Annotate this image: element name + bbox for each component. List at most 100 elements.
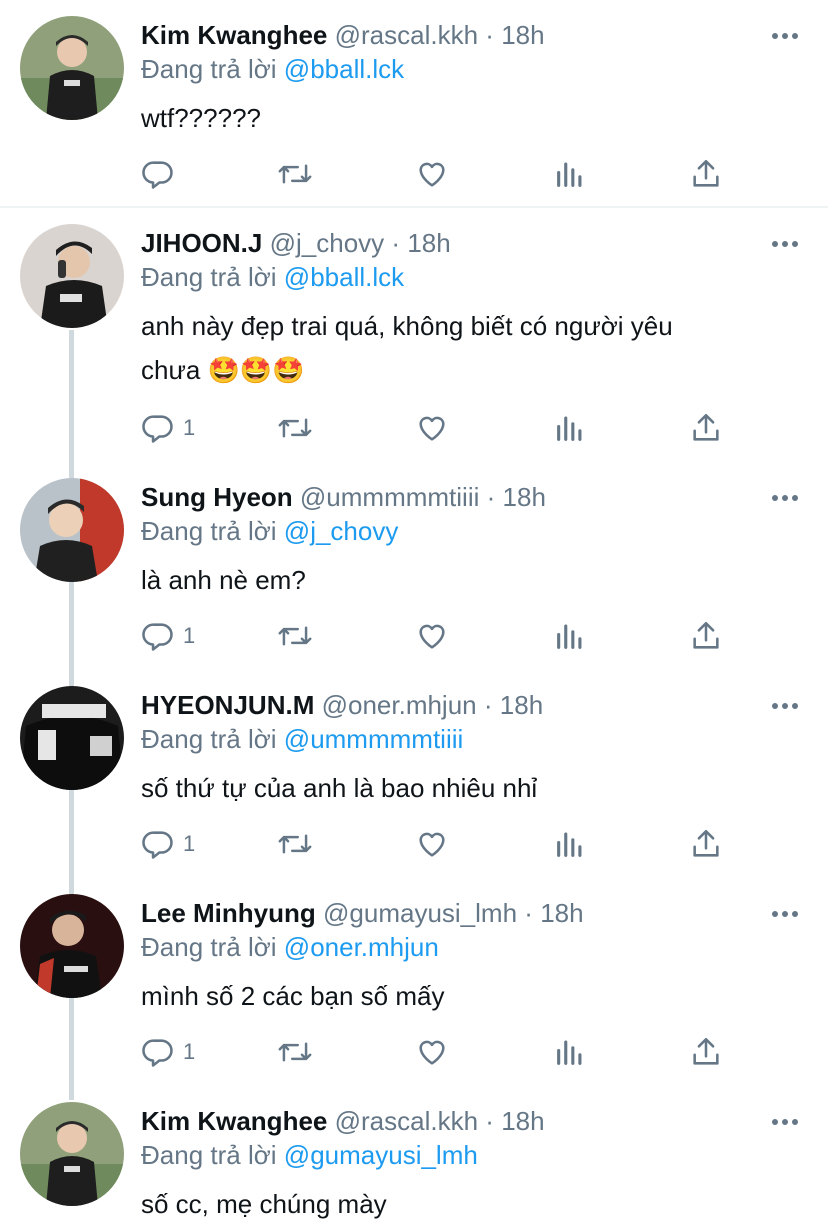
analytics-button[interactable] <box>553 1032 587 1072</box>
mention-link[interactable]: @ummmmmtiiii <box>284 724 463 754</box>
more-icon[interactable] <box>770 30 800 42</box>
timestamp[interactable]: 18h <box>503 482 546 512</box>
display-name[interactable]: Kim Kwanghee <box>141 20 327 50</box>
timestamp[interactable]: 18h <box>407 228 450 258</box>
tweet-header: JIHOON.J @j_chovy · 18h <box>141 226 451 260</box>
user-handle[interactable]: @rascal.kkh <box>335 20 478 50</box>
separator-dot: · <box>485 1106 494 1136</box>
reply-count: 1 <box>183 415 196 440</box>
share-button[interactable] <box>689 1032 723 1072</box>
retweet-button[interactable] <box>277 1032 313 1072</box>
timestamp[interactable]: 18h <box>500 690 543 720</box>
share-icon <box>693 1037 719 1065</box>
avatar[interactable] <box>20 224 124 328</box>
share-button[interactable] <box>689 616 723 656</box>
tweet-header: Sung Hyeon @ummmmmtiiii · 18h <box>141 480 546 514</box>
retweet-button[interactable] <box>277 616 313 656</box>
user-handle[interactable]: @ummmmmtiiii <box>300 482 479 512</box>
more-icon[interactable] <box>770 1116 800 1128</box>
more-icon[interactable] <box>770 492 800 504</box>
share-button[interactable] <box>689 408 723 448</box>
mention-link[interactable]: @bball.lck <box>284 54 404 84</box>
tweet-divider <box>0 206 828 208</box>
display-name[interactable]: JIHOON.J <box>141 228 262 258</box>
retweet-button[interactable] <box>277 824 313 864</box>
user-handle[interactable]: @rascal.kkh <box>335 1106 478 1136</box>
reply-button[interactable]: 1 <box>141 1032 195 1072</box>
reply-button[interactable] <box>141 154 183 194</box>
more-icon[interactable] <box>770 238 800 250</box>
timestamp[interactable]: 18h <box>540 898 583 928</box>
display-name[interactable]: HYEONJUN.M <box>141 690 314 720</box>
tweet-text-line: anh này đẹp trai quá, không biết có ngườ… <box>141 311 673 341</box>
like-button[interactable] <box>415 1032 449 1072</box>
share-icon <box>693 413 719 441</box>
analytics-button[interactable] <box>553 616 587 656</box>
tweet-actions: 1 <box>141 1032 741 1072</box>
share-button[interactable] <box>689 154 723 194</box>
tweet-text: số thứ tự của anh là bao nhiêu nhỉ <box>141 766 781 810</box>
retweet-button[interactable] <box>277 408 313 448</box>
tweet-text-line: số cc, mẹ chúng mày <box>141 1189 387 1219</box>
retweet-icon <box>278 164 312 184</box>
tweet-text-line: chưa 🤩🤩🤩 <box>141 355 305 385</box>
replying-to-label: Đang trả lời <box>141 932 277 962</box>
tweet-header: HYEONJUN.M @oner.mhjun · 18h <box>141 688 543 722</box>
mention-link[interactable]: @gumayusi_lmh <box>284 1140 478 1170</box>
display-name[interactable]: Lee Minhyung <box>141 898 316 928</box>
tweet-text-line: wtf?????? <box>141 103 261 133</box>
analytics-button[interactable] <box>553 824 587 864</box>
tweet-actions: 1 <box>141 824 741 864</box>
share-icon <box>693 621 719 649</box>
user-handle[interactable]: @j_chovy <box>270 228 385 258</box>
display-name[interactable]: Kim Kwanghee <box>141 1106 327 1136</box>
reply-icon <box>142 831 173 859</box>
heart-icon <box>419 624 445 649</box>
reply-button[interactable]: 1 <box>141 824 195 864</box>
tweet-text-line: là anh nè em? <box>141 565 306 595</box>
separator-dot: · <box>483 690 493 720</box>
avatar[interactable] <box>20 1102 124 1206</box>
analytics-icon <box>557 416 582 441</box>
retweet-button[interactable] <box>277 154 313 194</box>
reply-button[interactable]: 1 <box>141 408 195 448</box>
avatar[interactable] <box>20 894 124 998</box>
retweet-icon <box>278 418 312 438</box>
tweet-text-line: mình số 2 các bạn số mấy <box>141 981 445 1011</box>
separator-dot: · <box>485 20 494 50</box>
heart-icon <box>419 162 445 187</box>
replying-to: Đang trả lời @bball.lck <box>141 52 404 86</box>
avatar[interactable] <box>20 686 124 790</box>
share-button[interactable] <box>689 824 723 864</box>
mention-link[interactable]: @oner.mhjun <box>284 932 439 962</box>
retweet-icon <box>278 1042 312 1062</box>
like-button[interactable] <box>415 154 449 194</box>
retweet-icon <box>278 626 312 646</box>
user-handle[interactable]: @oner.mhjun <box>322 690 477 720</box>
like-button[interactable] <box>415 408 449 448</box>
display-name[interactable]: Sung Hyeon <box>141 482 293 512</box>
tweet-text: là anh nè em? <box>141 558 781 602</box>
timestamp[interactable]: 18h <box>501 1106 544 1136</box>
analytics-button[interactable] <box>553 408 587 448</box>
analytics-button[interactable] <box>553 154 587 194</box>
replying-to-label: Đang trả lời <box>141 516 277 546</box>
user-handle[interactable]: @gumayusi_lmh <box>323 898 517 928</box>
like-button[interactable] <box>415 824 449 864</box>
replying-to-label: Đang trả lời <box>141 262 277 292</box>
mention-link[interactable]: @bball.lck <box>284 262 404 292</box>
tweet-actions <box>141 154 741 194</box>
timestamp[interactable]: 18h <box>501 20 544 50</box>
replying-to: Đang trả lời @oner.mhjun <box>141 930 439 964</box>
like-button[interactable] <box>415 616 449 656</box>
separator-dot: · <box>486 482 496 512</box>
reply-button[interactable]: 1 <box>141 616 195 656</box>
reply-icon <box>142 623 173 651</box>
replying-to-label: Đang trả lời <box>141 724 277 754</box>
tweet-text-line: số thứ tự của anh là bao nhiêu nhỉ <box>141 773 538 803</box>
avatar[interactable] <box>20 16 124 120</box>
more-icon[interactable] <box>770 908 800 920</box>
mention-link[interactable]: @j_chovy <box>284 516 399 546</box>
avatar[interactable] <box>20 478 124 582</box>
more-icon[interactable] <box>770 700 800 712</box>
